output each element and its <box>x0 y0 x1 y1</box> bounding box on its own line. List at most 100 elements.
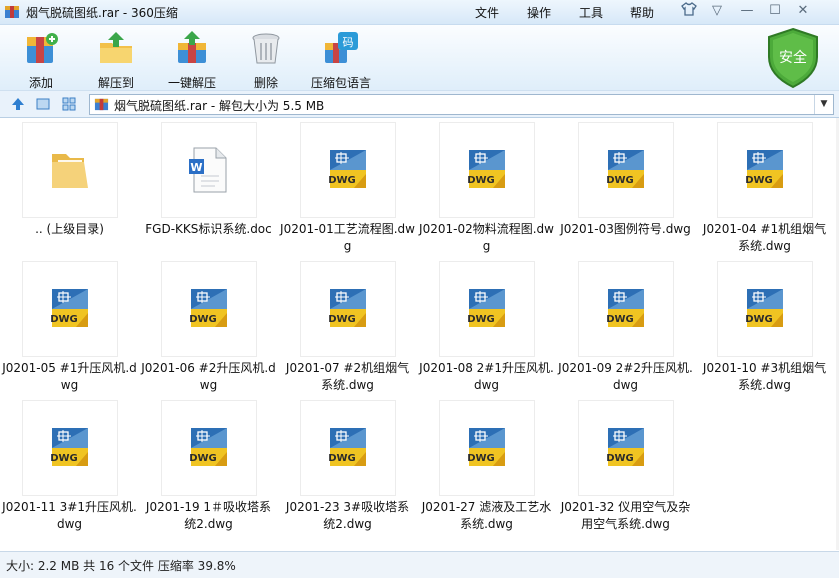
add-archive-icon <box>27 33 58 63</box>
file-thumbnail[interactable]: DWG <box>161 400 257 496</box>
file-thumbnail[interactable]: DWG <box>300 400 396 496</box>
file-thumbnail[interactable]: DWG <box>717 261 813 357</box>
minimize-icon[interactable]: — <box>736 2 758 20</box>
delete-button[interactable]: 删除 <box>226 29 306 91</box>
svg-text:DWG: DWG <box>189 453 217 464</box>
file-thumbnail[interactable]: DWG <box>439 122 535 218</box>
dwg-file-icon: DWG <box>189 428 227 466</box>
address-field[interactable]: 烟气脱硫图纸.rar - 解包大小为 5.5 MB ▼ <box>89 94 834 115</box>
file-item[interactable]: DWG J0201-07 #2机组烟气系统.dwg <box>278 259 417 398</box>
file-item[interactable]: DWG J0201-27 滤液及工艺水系统.dwg <box>417 398 556 537</box>
one-click-extract-button[interactable]: 一键解压 <box>152 29 232 91</box>
trash-icon <box>252 33 280 64</box>
svg-text:DWG: DWG <box>606 453 634 464</box>
dwg-file-icon: DWG <box>328 150 366 188</box>
menu-file[interactable]: 文件 <box>475 4 499 21</box>
dwg-file-icon: DWG <box>50 428 88 466</box>
file-name: J0201-09 2#2升压风机.dwg <box>558 361 693 392</box>
add-label: 添加 <box>28 76 53 90</box>
dwg-file-icon: DWG <box>50 289 88 327</box>
grid-view-icon[interactable] <box>61 96 77 112</box>
file-thumbnail[interactable]: DWG <box>300 122 396 218</box>
dwg-file-icon: DWG <box>328 289 366 327</box>
file-thumbnail[interactable]: DWG <box>161 261 257 357</box>
address-text: 烟气脱硫图纸.rar - 解包大小为 5.5 MB <box>114 99 325 113</box>
dwg-file-icon: DWG <box>467 289 505 327</box>
file-name: J0201-19 1＃吸收塔系统2.dwg <box>145 500 272 531</box>
file-thumbnail[interactable]: DWG <box>578 400 674 496</box>
file-name: J0201-03图例符号.dwg <box>560 222 691 236</box>
extract-to-button[interactable]: 解压到 <box>76 29 156 91</box>
dwg-file-icon: DWG <box>745 289 783 327</box>
extract-to-label: 解压到 <box>97 76 134 90</box>
large-icon-view-icon[interactable] <box>35 96 51 112</box>
svg-text:W: W <box>190 161 202 174</box>
svg-text:DWG: DWG <box>467 453 495 464</box>
file-thumbnail[interactable]: DWG <box>578 122 674 218</box>
toolbar: 添加 解压到 一键解压 删除 码 压缩包语言 <box>0 25 839 90</box>
menu-dropdown-icon[interactable]: ▽ <box>706 2 728 20</box>
archive-icon <box>94 98 109 111</box>
file-item[interactable]: DWG J0201-03图例符号.dwg <box>556 120 695 259</box>
status-text: 大小: 2.2 MB 共 16 个文件 压缩率 39.8% <box>6 559 236 573</box>
file-name: J0201-05 #1升压风机.dwg <box>2 361 137 392</box>
file-name: .. (上级目录) <box>35 222 104 236</box>
file-item[interactable]: DWG J0201-11 3#1升压风机.dwg <box>0 398 139 537</box>
file-thumbnail[interactable]: DWG <box>439 400 535 496</box>
file-thumbnail[interactable]: DWG <box>22 261 118 357</box>
file-item[interactable]: DWG J0201-08 2#1升压风机.dwg <box>417 259 556 398</box>
skin-shirt-icon[interactable] <box>678 2 700 20</box>
address-dropdown-icon[interactable]: ▼ <box>814 95 833 114</box>
add-button[interactable]: 添加 <box>1 29 81 91</box>
file-name: J0201-11 3#1升压风机.dwg <box>2 500 137 531</box>
dwg-file-icon: DWG <box>745 150 783 188</box>
svg-text:码: 码 <box>343 36 354 49</box>
svg-text:DWG: DWG <box>606 175 634 186</box>
close-icon[interactable]: ✕ <box>792 2 814 20</box>
security-shield-icon[interactable]: 安全 <box>765 27 821 89</box>
file-thumbnail[interactable]: DWG <box>300 261 396 357</box>
archive-language-label: 压缩包语言 <box>310 76 371 90</box>
file-item[interactable]: DWG J0201-23 3#吸收塔系统2.dwg <box>278 398 417 537</box>
up-arrow-icon[interactable] <box>10 96 26 112</box>
file-item[interactable]: DWG J0201-32 仪用空气及杂用空气系统.dwg <box>556 398 695 537</box>
svg-text:DWG: DWG <box>745 314 773 325</box>
file-item[interactable]: DWG J0201-04 #1机组烟气系统.dwg <box>695 120 834 259</box>
file-thumbnail[interactable] <box>22 122 118 218</box>
file-name: J0201-10 #3机组烟气系统.dwg <box>702 361 827 392</box>
one-click-extract-icon <box>178 31 206 63</box>
file-item[interactable]: DWG J0201-02物料流程图.dwg <box>417 120 556 259</box>
parent-directory-item[interactable]: .. (上级目录) <box>0 120 139 259</box>
extract-to-icon <box>100 32 132 63</box>
file-item[interactable]: DWG J0201-19 1＃吸收塔系统2.dwg <box>139 398 278 537</box>
file-thumbnail[interactable]: W <box>161 122 257 218</box>
archive-app-icon <box>5 6 19 18</box>
file-item[interactable]: DWG J0201-05 #1升压风机.dwg <box>0 259 139 398</box>
file-item[interactable]: DWG J0201-10 #3机组烟气系统.dwg <box>695 259 834 398</box>
menu-operation[interactable]: 操作 <box>527 4 551 21</box>
svg-text:DWG: DWG <box>467 314 495 325</box>
file-name: J0201-32 仪用空气及杂用空气系统.dwg <box>560 500 691 531</box>
file-item[interactable]: W FGD-KKS标识系统.doc <box>139 120 278 259</box>
maximize-icon[interactable]: ☐ <box>764 2 786 20</box>
file-item[interactable]: DWG J0201-06 #2升压风机.dwg <box>139 259 278 398</box>
file-name: J0201-06 #2升压风机.dwg <box>141 361 276 392</box>
file-thumbnail[interactable]: DWG <box>578 261 674 357</box>
file-item[interactable]: DWG J0201-01工艺流程图.dwg <box>278 120 417 259</box>
file-thumbnail[interactable]: DWG <box>717 122 813 218</box>
menu-tools[interactable]: 工具 <box>579 4 603 21</box>
file-thumbnail[interactable]: DWG <box>439 261 535 357</box>
dwg-file-icon: DWG <box>467 150 505 188</box>
svg-text:DWG: DWG <box>745 175 773 186</box>
address-bar: 烟气脱硫图纸.rar - 解包大小为 5.5 MB ▼ <box>0 90 839 118</box>
svg-text:DWG: DWG <box>50 453 78 464</box>
file-name: J0201-02物料流程图.dwg <box>419 222 554 253</box>
file-name: J0201-01工艺流程图.dwg <box>280 222 415 253</box>
file-item[interactable]: DWG J0201-09 2#2升压风机.dwg <box>556 259 695 398</box>
delete-label: 删除 <box>253 76 278 90</box>
archive-language-button[interactable]: 码 压缩包语言 <box>301 29 381 91</box>
file-name: J0201-07 #2机组烟气系统.dwg <box>285 361 410 392</box>
menu-help[interactable]: 帮助 <box>630 4 654 21</box>
file-thumbnail[interactable]: DWG <box>22 400 118 496</box>
dwg-file-icon: DWG <box>467 428 505 466</box>
